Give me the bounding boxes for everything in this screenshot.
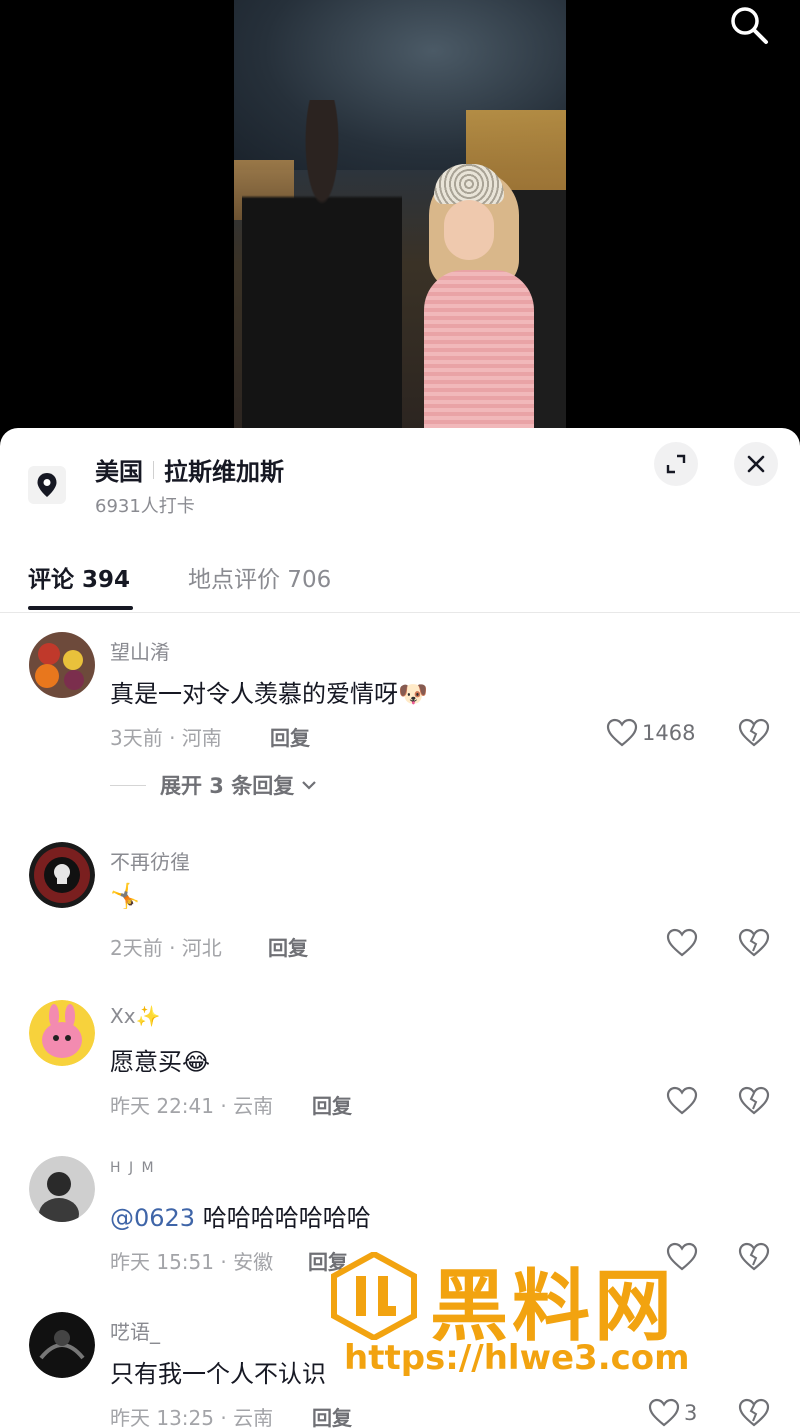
- reply-button[interactable]: 回复: [308, 1246, 348, 1275]
- tab-place-reviews[interactable]: 地点评价 706: [188, 560, 331, 594]
- emoji-icon: 🐶: [398, 680, 428, 708]
- tab-active-indicator: [28, 606, 133, 610]
- dislike-icon[interactable]: [738, 1086, 770, 1118]
- chevron-down-icon: [302, 781, 317, 790]
- comment-text: 愿意买😂: [110, 1048, 211, 1076]
- location-title: 美国 拉斯维加斯: [95, 452, 284, 487]
- heart-icon: [666, 928, 698, 957]
- comment-text: @0623 哈哈哈哈哈哈哈: [110, 1204, 371, 1232]
- video-player[interactable]: [0, 0, 800, 440]
- comment-meta: 昨天 15:51 · 安徽: [110, 1250, 274, 1274]
- comments-sheet: 美国 拉斯维加斯 6931人打卡 评论 394 地点评价 706 望山淆 真是一…: [0, 428, 800, 1428]
- like-count: 1468: [642, 721, 696, 745]
- comment-meta: 昨天 22:41 · 云南: [110, 1094, 274, 1118]
- emoji-icon: 😂: [182, 1048, 211, 1076]
- expand-icon: [666, 454, 686, 474]
- video-scarf: [434, 164, 504, 204]
- avatar[interactable]: [29, 1312, 95, 1378]
- comment-meta: 2天前 · 河北: [110, 936, 222, 960]
- reply-button[interactable]: 回复: [268, 932, 308, 961]
- close-button[interactable]: [734, 442, 778, 486]
- dislike-icon[interactable]: [738, 1398, 770, 1428]
- search-icon[interactable]: [726, 2, 770, 46]
- location-checkins: 6931人打卡: [95, 496, 195, 517]
- location-header[interactable]: 美国 拉斯维加斯 6931人打卡: [0, 428, 800, 538]
- heart-icon: [666, 1086, 698, 1115]
- mention-link[interactable]: @0623: [110, 1204, 195, 1232]
- comment-username[interactable]: H J M: [110, 1160, 156, 1176]
- comment-text: 真是一对令人羡慕的爱情呀🐶: [110, 680, 428, 708]
- expand-replies-button[interactable]: 展开 3 条回复: [110, 770, 318, 800]
- comment-text: 只有我一个人不认识: [110, 1360, 326, 1388]
- video-frame[interactable]: [234, 0, 566, 440]
- location-pin-icon: [28, 466, 66, 504]
- location-country: 美国: [95, 458, 143, 486]
- video-man-figure: [242, 100, 402, 440]
- comment-username[interactable]: 呓语_: [110, 1316, 160, 1345]
- comment-meta: 3天前 · 河南: [110, 726, 222, 750]
- location-separator: [153, 460, 154, 479]
- heart-icon: [606, 718, 638, 747]
- reply-button[interactable]: 回复: [312, 1090, 352, 1119]
- video-face: [444, 200, 494, 260]
- comment-meta: 昨天 13:25 · 云南: [110, 1406, 274, 1428]
- avatar[interactable]: [29, 632, 95, 698]
- like-count: 3: [684, 1401, 698, 1425]
- emoji-icon: 🤸: [110, 882, 140, 910]
- comment-username[interactable]: 不再彷徨: [110, 846, 190, 875]
- comment-username[interactable]: 望山淆: [110, 636, 170, 665]
- divider: [110, 784, 146, 786]
- heart-icon: [666, 1242, 698, 1271]
- dislike-icon[interactable]: [738, 1242, 770, 1274]
- comment-username[interactable]: Xx✨: [110, 1004, 160, 1028]
- expand-button[interactable]: [654, 442, 698, 486]
- close-icon: [747, 455, 765, 473]
- avatar[interactable]: [29, 1000, 95, 1066]
- video-woman-figure: [414, 160, 544, 440]
- tab-comments[interactable]: 评论 394: [28, 560, 130, 594]
- like-button[interactable]: 1468: [606, 718, 695, 748]
- avatar[interactable]: [29, 842, 95, 908]
- reply-button[interactable]: 回复: [270, 722, 310, 751]
- like-button[interactable]: [666, 928, 698, 958]
- tab-bar: 评论 394 地点评价 706: [0, 546, 800, 613]
- like-button[interactable]: [666, 1086, 698, 1116]
- dislike-icon[interactable]: [738, 928, 770, 960]
- like-button[interactable]: [666, 1242, 698, 1272]
- video-dress: [424, 270, 534, 440]
- expand-replies-label: 展开 3 条回复: [160, 774, 295, 798]
- reply-button[interactable]: 回复: [312, 1402, 352, 1428]
- location-city: 拉斯维加斯: [164, 458, 284, 486]
- avatar[interactable]: [29, 1156, 95, 1222]
- dislike-icon[interactable]: [738, 718, 770, 750]
- comment-sticker: 🤸: [110, 882, 140, 910]
- heart-icon: [648, 1398, 680, 1427]
- like-button[interactable]: 3: [648, 1398, 697, 1428]
